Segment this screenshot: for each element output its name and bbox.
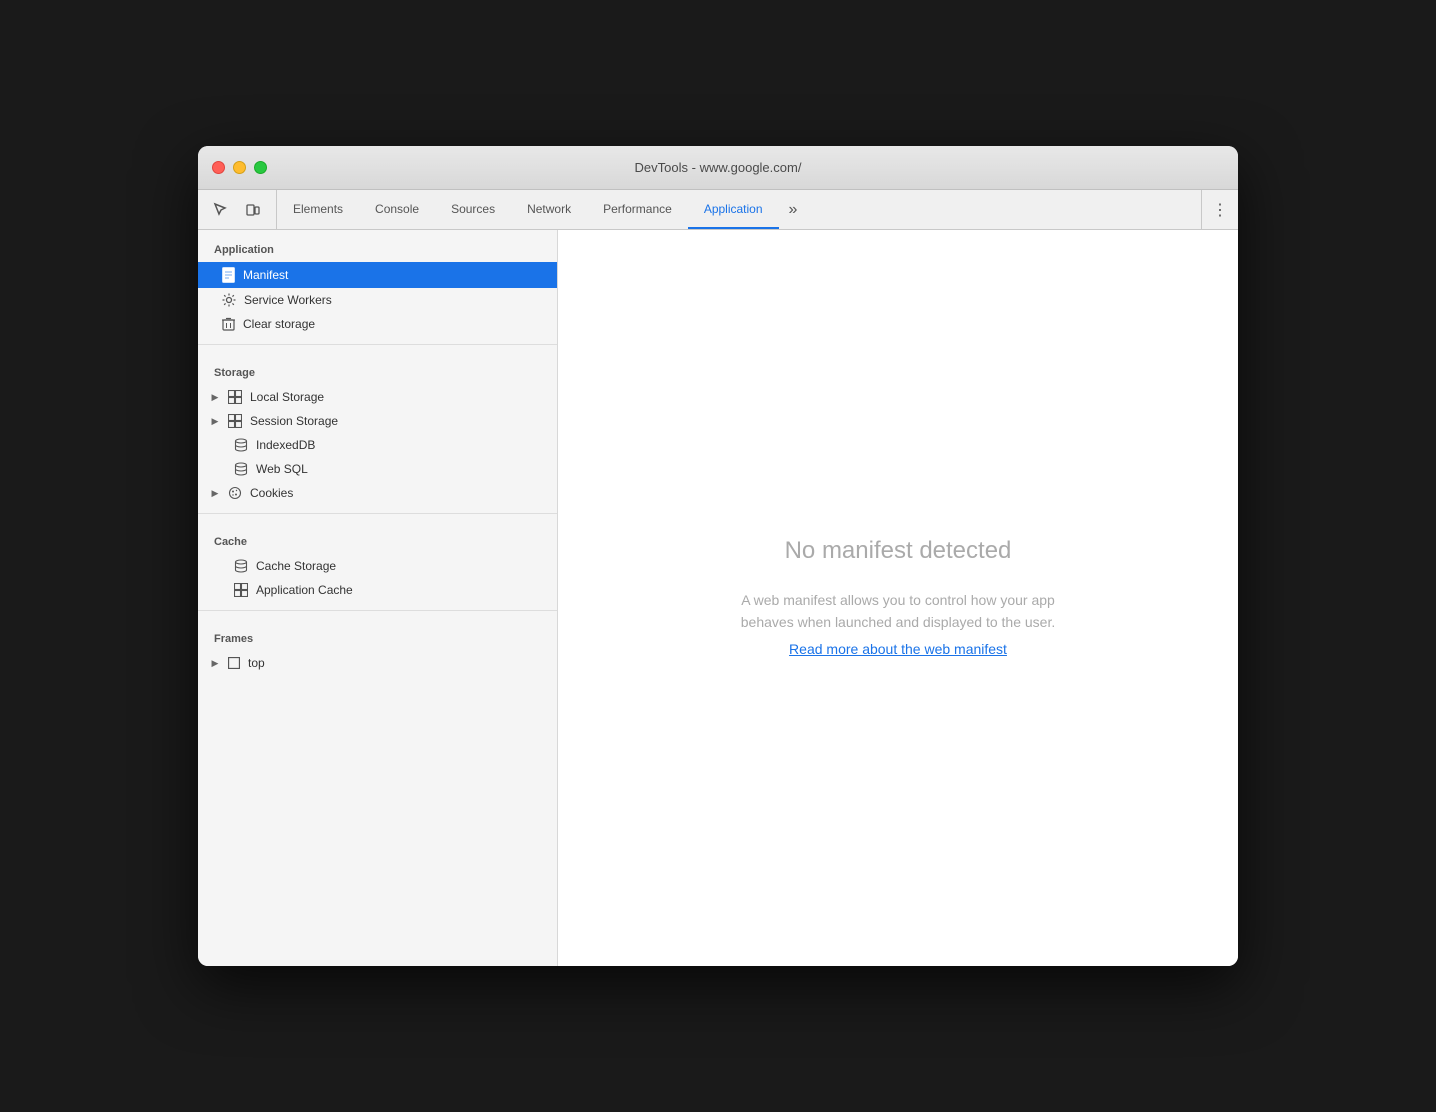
sidebar-item-manifest-label: Manifest xyxy=(243,268,288,282)
gear-icon xyxy=(222,293,236,307)
arrow-icon: ▶ xyxy=(210,658,220,668)
tab-sources[interactable]: Sources xyxy=(435,190,511,229)
tab-performance[interactable]: Performance xyxy=(587,190,688,229)
tab-elements[interactable]: Elements xyxy=(277,190,359,229)
main-content: Application Manifest Service Workers xyxy=(198,230,1238,966)
divider-storage xyxy=(198,344,557,345)
sidebar-item-session-storage[interactable]: ▶ Session Storage xyxy=(198,409,557,433)
arrow-icon: ▶ xyxy=(210,488,220,498)
toolbar-tabs: Elements Console Sources Network Perform… xyxy=(277,190,1201,229)
divider-frames xyxy=(198,610,557,611)
cookie-icon xyxy=(228,486,242,500)
read-more-link[interactable]: Read more about the web manifest xyxy=(789,641,1007,657)
minimize-button[interactable] xyxy=(233,161,246,174)
more-tabs-button[interactable]: » xyxy=(779,190,808,229)
sidebar-item-service-workers[interactable]: Service Workers xyxy=(198,288,557,312)
sidebar-item-web-sql-label: Web SQL xyxy=(256,462,308,476)
sidebar-item-manifest[interactable]: Manifest xyxy=(198,262,557,288)
sidebar-item-indexeddb[interactable]: IndexedDB xyxy=(198,433,557,457)
title-bar: DevTools - www.google.com/ xyxy=(198,146,1238,190)
grid-icon xyxy=(228,390,242,404)
sidebar-section-cache: Cache xyxy=(198,522,557,554)
empty-state: No manifest detected A web manifest allo… xyxy=(678,497,1118,700)
arrow-icon: ▶ xyxy=(210,392,220,402)
sidebar: Application Manifest Service Workers xyxy=(198,230,558,966)
devtools-menu-button[interactable]: ⋮ xyxy=(1201,190,1238,229)
sidebar-section-frames: Frames xyxy=(198,619,557,651)
manifest-icon xyxy=(222,267,235,283)
empty-state-title: No manifest detected xyxy=(718,537,1078,565)
toolbar: Elements Console Sources Network Perform… xyxy=(198,190,1238,230)
close-button[interactable] xyxy=(212,161,225,174)
trash-icon xyxy=(222,317,235,331)
sidebar-item-web-sql[interactable]: Web SQL xyxy=(198,457,557,481)
sidebar-item-session-storage-label: Session Storage xyxy=(250,414,338,428)
grid-icon xyxy=(234,583,248,597)
sidebar-item-application-cache-label: Application Cache xyxy=(256,583,353,597)
database-icon xyxy=(234,438,248,452)
sidebar-item-top[interactable]: ▶ top xyxy=(198,651,557,675)
sidebar-item-cookies[interactable]: ▶ Cookies xyxy=(198,481,557,505)
sidebar-item-cookies-label: Cookies xyxy=(250,486,293,500)
maximize-button[interactable] xyxy=(254,161,267,174)
main-panel: No manifest detected A web manifest allo… xyxy=(558,230,1238,966)
sidebar-item-local-storage-label: Local Storage xyxy=(250,390,324,404)
tab-application[interactable]: Application xyxy=(688,190,779,229)
sidebar-item-indexeddb-label: IndexedDB xyxy=(256,438,315,452)
grid-icon xyxy=(228,414,242,428)
sidebar-section-application: Application xyxy=(198,230,557,262)
sidebar-item-top-label: top xyxy=(248,656,265,670)
devtools-window: DevTools - www.google.com/ Elements Cons… xyxy=(198,146,1238,966)
window-title: DevTools - www.google.com/ xyxy=(635,160,802,175)
sidebar-item-cache-storage-label: Cache Storage xyxy=(256,559,336,573)
traffic-lights xyxy=(212,161,267,174)
arrow-icon: ▶ xyxy=(210,416,220,426)
database-icon xyxy=(234,462,248,476)
sidebar-item-local-storage[interactable]: ▶ Local Storage xyxy=(198,385,557,409)
frame-icon xyxy=(228,657,240,669)
divider-cache xyxy=(198,513,557,514)
sidebar-item-service-workers-label: Service Workers xyxy=(244,293,332,307)
sidebar-item-cache-storage[interactable]: Cache Storage xyxy=(198,554,557,578)
database-icon xyxy=(234,559,248,573)
inspect-element-button[interactable] xyxy=(208,197,234,223)
empty-state-description: A web manifest allows you to control how… xyxy=(718,589,1078,634)
tab-console[interactable]: Console xyxy=(359,190,435,229)
sidebar-item-clear-storage[interactable]: Clear storage xyxy=(198,312,557,336)
toolbar-icon-group xyxy=(198,190,277,229)
device-toolbar-button[interactable] xyxy=(240,197,266,223)
sidebar-item-application-cache[interactable]: Application Cache xyxy=(198,578,557,602)
sidebar-item-clear-storage-label: Clear storage xyxy=(243,317,315,331)
tab-network[interactable]: Network xyxy=(511,190,587,229)
sidebar-section-storage: Storage xyxy=(198,353,557,385)
